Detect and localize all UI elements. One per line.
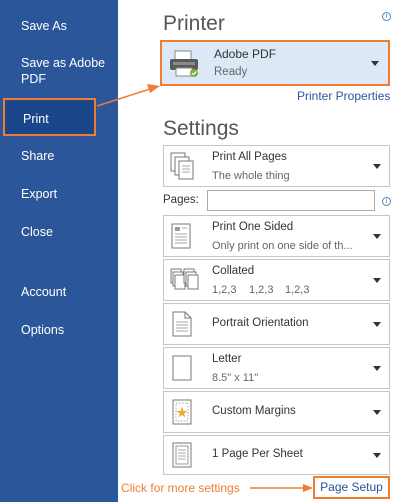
dropdown-arrow-icon [371,61,379,66]
pages-icon [170,152,194,180]
nav-account[interactable]: Account [0,284,118,300]
nav-export[interactable]: Export [0,186,118,202]
collation-sub-2: 1,2,3 [249,284,274,296]
dropdown-arrow-icon [373,322,381,327]
backstage-sidebar: Save As Save as Adobe PDF Print Share Ex… [0,0,118,502]
margins-dropdown[interactable]: Custom Margins [163,391,390,433]
printer-icon [170,50,198,77]
printer-properties-link[interactable]: Printer Properties [297,89,390,103]
collation-dropdown[interactable]: Collated 1,2,3 1,2,3 1,2,3 [163,259,390,301]
printer-name: Adobe PDF [214,47,277,61]
settings-heading: Settings [163,117,239,140]
nav-options[interactable]: Options [0,322,118,338]
portrait-icon [172,311,192,337]
per-sheet-icon [172,442,192,468]
printer-dropdown[interactable]: Adobe PDF Ready [160,40,390,86]
sides-label: Print One Sided [212,221,294,233]
printer-status: Ready [214,66,248,78]
dropdown-arrow-icon [373,278,381,283]
dropdown-arrow-icon [373,366,381,371]
dropdown-arrow-icon [373,410,381,415]
nav-save-as-adobe-pdf[interactable]: Save as Adobe [0,55,118,71]
nav-save-as[interactable]: Save As [0,18,118,34]
collation-label: Collated [212,265,255,277]
pages-per-sheet-label: 1 Page Per Sheet [212,448,303,460]
nav-close[interactable]: Close [0,224,118,240]
pages-input[interactable] [207,190,375,211]
print-range-sub: The whole thing [212,170,290,182]
print-panel: Printer i Adobe PDF Ready Printer Proper… [118,0,407,502]
hint-text: Click for more settings [121,481,240,495]
paper-size-label: Letter [212,353,242,365]
orientation-label: Portrait Orientation [212,317,309,329]
letter-icon [172,355,192,381]
print-range-label: Print All Pages [212,151,287,163]
one-sided-icon [171,223,191,249]
page-setup-link[interactable]: Page Setup [313,476,390,499]
collated-icon [170,268,199,290]
collation-sub-1: 1,2,3 [212,284,237,296]
printer-heading: Printer [163,12,225,35]
margins-label: Custom Margins [212,405,296,417]
collation-sub-3: 1,2,3 [285,284,310,296]
margins-icon [172,399,192,425]
paper-size-dropdown[interactable]: Letter 8.5" x 11" [163,347,390,389]
dropdown-arrow-icon [373,453,381,458]
pages-per-sheet-dropdown[interactable]: 1 Page Per Sheet [163,435,390,475]
print-range-dropdown[interactable]: Print All Pages The whole thing [163,145,390,187]
dropdown-arrow-icon [373,164,381,169]
info-icon[interactable]: i [382,197,391,206]
nav-save-as-adobe-pdf-line2[interactable]: PDF [0,71,118,87]
nav-print[interactable]: Print [3,98,96,136]
pages-label: Pages: [163,194,199,206]
orientation-dropdown[interactable]: Portrait Orientation [163,303,390,345]
info-icon[interactable]: i [382,12,391,21]
sides-dropdown[interactable]: Print One Sided Only print on one side o… [163,215,390,257]
nav-share[interactable]: Share [0,148,118,164]
paper-size-sub: 8.5" x 11" [212,372,259,384]
dropdown-arrow-icon [373,234,381,239]
sides-sub: Only print on one side of th... [212,240,353,252]
